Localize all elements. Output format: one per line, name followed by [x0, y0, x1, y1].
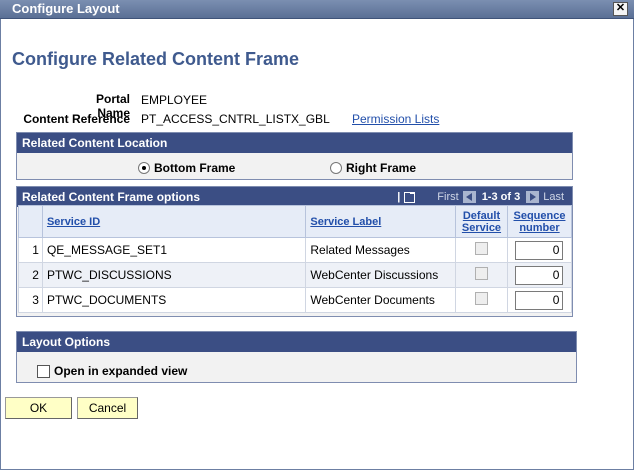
location-header: Related Content Location [17, 133, 572, 153]
service-label-cell: WebCenter Documents [305, 287, 456, 313]
expanded-view-checkbox[interactable]: Open in expanded view [37, 364, 187, 378]
default-service-checkbox [474, 242, 488, 255]
close-icon[interactable]: ✕ [613, 2, 628, 16]
grid-navigation: | First 1-3 of 3 Last [397, 187, 564, 207]
nav-last-link[interactable]: Last [543, 187, 564, 207]
service-label-cell: WebCenter Discussions [305, 262, 456, 288]
service-label-cell: Related Messages [305, 237, 456, 263]
radio-right-frame[interactable]: Right Frame [330, 161, 416, 175]
radio-right-frame-label: Right Frame [346, 161, 417, 175]
nav-separator: | [397, 191, 401, 203]
sequence-cell [506, 287, 573, 313]
service-id-header[interactable]: Service ID [41, 205, 307, 238]
next-arrow-icon[interactable] [526, 191, 540, 203]
default-service-checkbox [474, 292, 488, 305]
layout-options-header: Layout Options [17, 332, 576, 352]
default-service-checkbox [474, 267, 488, 280]
content-reference-label: Content Reference [23, 112, 130, 126]
location-group: Related Content Location [16, 132, 573, 180]
table-row: 1 QE_MESSAGE_SET1 Related Messages [18, 237, 573, 263]
row-number-header [18, 205, 43, 238]
row-number: 2 [18, 262, 43, 288]
portal-name-value: EMPLOYEE [141, 93, 208, 107]
service-id-cell: PTWC_DISCUSSIONS [41, 262, 307, 288]
page-title: Configure Related Content Frame [12, 49, 300, 69]
table-header-row: Service ID Service Label Default Service… [18, 205, 573, 238]
sequence-number-input[interactable] [515, 265, 564, 285]
radio-bottom-frame[interactable]: Bottom Frame [138, 161, 235, 175]
sequence-number-input[interactable] [515, 240, 564, 260]
permission-lists-link[interactable]: Permission Lists [352, 112, 439, 126]
cancel-button[interactable]: Cancel [77, 397, 138, 419]
zoom-icon[interactable] [404, 191, 416, 203]
row-number: 3 [18, 287, 43, 313]
options-header: Related Content Frame options | First 1-… [17, 187, 572, 207]
radio-bottom-frame-label: Bottom Frame [154, 161, 236, 175]
sequence-cell [506, 262, 573, 288]
options-header-title: Related Content Frame options [22, 190, 201, 204]
previous-arrow-icon[interactable] [462, 191, 476, 203]
nav-row-count: 1-3 of 3 [481, 191, 521, 203]
row-number: 1 [18, 237, 43, 263]
window-title: Configure Layout [12, 1, 120, 16]
table-row: 3 PTWC_DOCUMENTS WebCenter Documents [18, 287, 573, 313]
ok-button[interactable]: OK [5, 397, 72, 419]
radio-unselected-icon [330, 162, 342, 174]
default-service-header[interactable]: Default Service [455, 205, 508, 238]
default-service-cell [455, 262, 508, 288]
window-titlebar: Configure Layout ✕ [0, 0, 634, 19]
expanded-view-label: Open in expanded view [54, 364, 188, 378]
options-table: Service ID Service Label Default Service… [18, 205, 573, 313]
content-reference-value: PT_ACCESS_CNTRL_LISTX_GBL [141, 112, 330, 126]
sequence-cell [506, 237, 573, 263]
service-label-header[interactable]: Service Label [305, 205, 456, 238]
radio-selected-icon [138, 162, 150, 174]
service-id-cell: QE_MESSAGE_SET1 [41, 237, 307, 263]
default-service-cell [455, 287, 508, 313]
sequence-number-header[interactable]: Sequence number [506, 205, 573, 238]
service-id-cell: PTWC_DOCUMENTS [41, 287, 307, 313]
checkbox-icon [37, 364, 50, 378]
sequence-number-input[interactable] [515, 290, 564, 310]
table-row: 2 PTWC_DISCUSSIONS WebCenter Discussions [18, 262, 573, 288]
default-service-cell [455, 237, 508, 263]
nav-first-link[interactable]: First [437, 187, 458, 207]
